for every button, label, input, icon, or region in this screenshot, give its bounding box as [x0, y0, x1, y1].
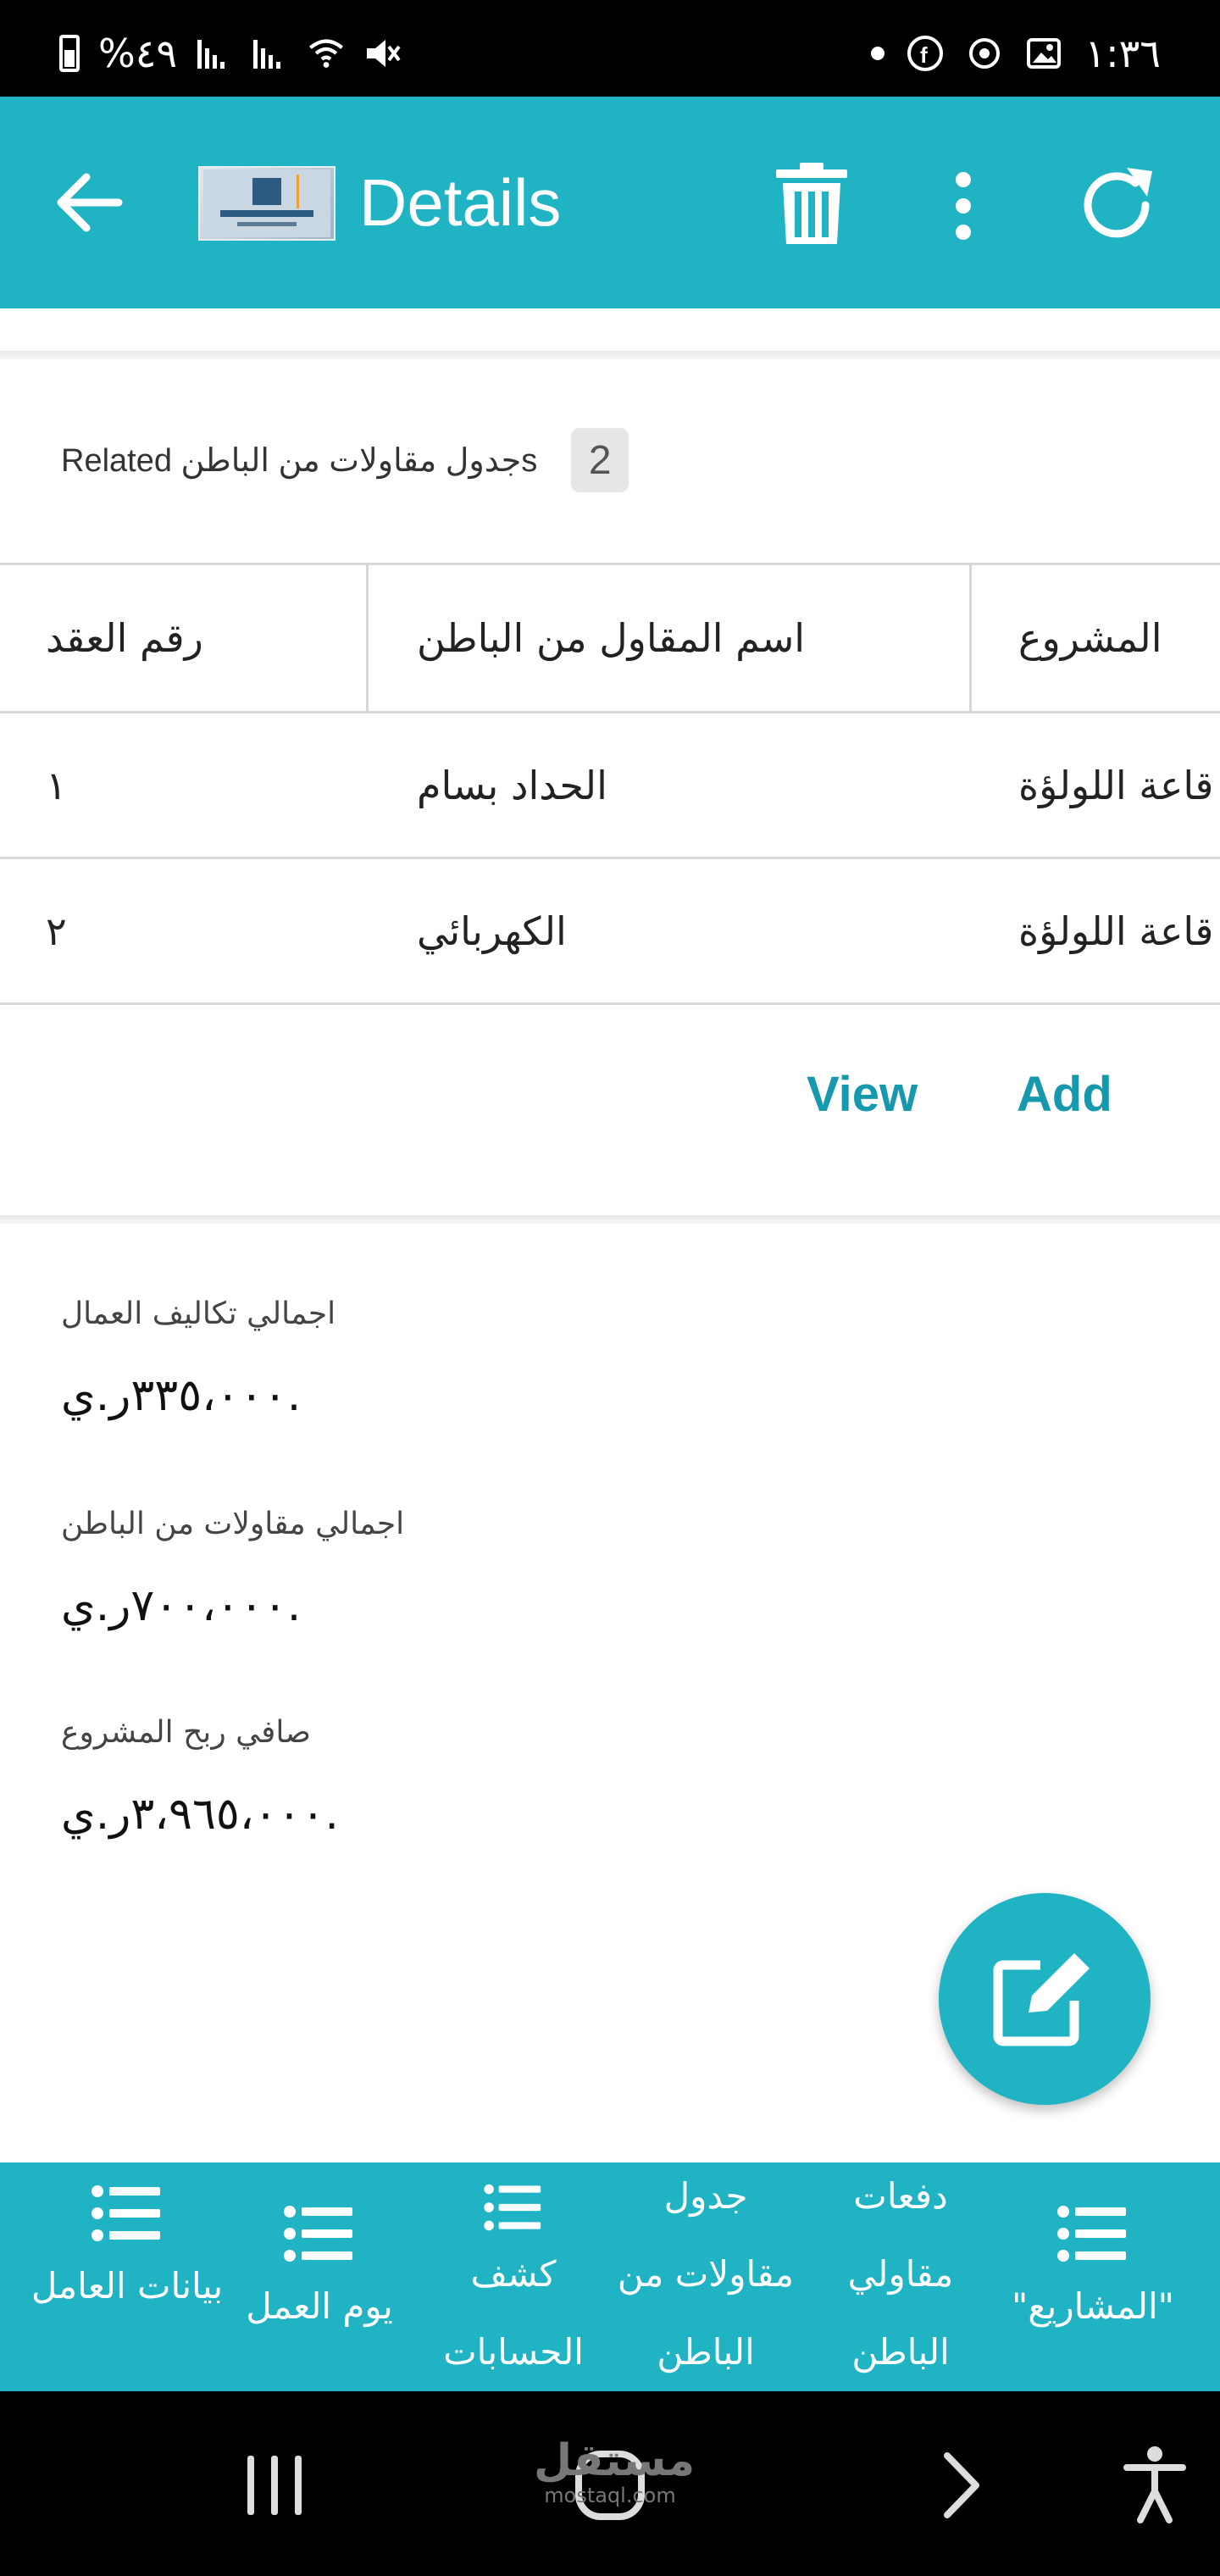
bottom-navigation: بيانات العامل يوم العمل كشف الحسابات جدو…	[0, 2162, 1220, 2391]
add-button[interactable]: Add	[1017, 1066, 1112, 1123]
status-left: %٤٩	[59, 31, 401, 76]
status-right: f ١:٣٦	[871, 31, 1161, 76]
column-header-subcontractor-name[interactable]: اسم المقاول من الباطن	[368, 565, 971, 711]
more-options-button[interactable]	[942, 168, 984, 244]
battery-icon	[59, 35, 80, 72]
signal-icon	[196, 35, 233, 72]
mute-icon	[363, 35, 401, 72]
nav-label: جدول مقاولات من الباطن	[617, 2175, 795, 2373]
page-title: Details	[359, 165, 562, 240]
signal-icon-2	[252, 35, 289, 72]
back-nav-button[interactable]	[915, 2439, 1008, 2532]
chevron-right-icon	[944, 2452, 979, 2518]
app-bar: Details	[0, 97, 1220, 308]
nav-item-work-day[interactable]: يوم العمل	[222, 2162, 417, 2391]
summary-label: صافي ربح المشروع	[61, 1715, 311, 1750]
list-icon	[1057, 2206, 1126, 2262]
edit-icon	[993, 1953, 1090, 2046]
cell-project: قاعة اللولؤة	[1018, 762, 1214, 808]
recent-apps-button[interactable]	[229, 2439, 322, 2532]
battery-percent: %٤٩	[98, 31, 178, 76]
list-icon	[284, 2206, 352, 2262]
table-row[interactable]: ١ الحداد بسام قاعة اللولؤة	[0, 713, 1220, 859]
svg-text:f: f	[920, 42, 928, 68]
system-navigation-bar: مستقل mostaql.com	[0, 2391, 1220, 2576]
cell-contract-number: ١	[46, 762, 67, 808]
app-logo	[198, 166, 336, 241]
column-header-project[interactable]: المشروع	[971, 565, 1220, 711]
column-header-contract-number[interactable]: رقم العقد	[0, 565, 368, 711]
status-bar: %٤٩ f ١:٣٦	[0, 0, 1220, 97]
related-header: Related جدول مقاولات من الباطنs 2	[61, 428, 629, 492]
more-vert-icon	[956, 172, 971, 240]
related-count-badge: 2	[571, 428, 629, 492]
nav-label: "المشاريع"	[1012, 2285, 1174, 2327]
summary-net-profit: صافي ربح المشروع ٣،٩٦٥،٠٠٠ر.ي.	[61, 1715, 339, 1840]
cell-subcontractor-name: الكهربائي	[417, 908, 567, 954]
accessibility-button[interactable]	[1108, 2439, 1201, 2532]
summary-value: ٧٠٠،٠٠٠ر.ي.	[61, 1580, 302, 1631]
section-divider	[0, 351, 1220, 359]
summary-value: ٣٣٥،٠٠٠ر.ي.	[61, 1370, 302, 1421]
watermark-text: مستقل	[534, 2435, 696, 2486]
cell-contract-number: ٢	[46, 908, 67, 954]
nav-label: كشف الحسابات	[443, 2253, 584, 2373]
nav-item-projects[interactable]: "المشاريع"	[995, 2162, 1190, 2391]
summary-label: اجمالي مقاولات من الباطن	[61, 1507, 405, 1541]
related-label: Related جدول مقاولات من الباطنs	[61, 442, 538, 479]
gallery-icon	[1025, 35, 1062, 72]
facebook-icon: f	[907, 35, 944, 72]
recent-apps-icon	[247, 2456, 302, 2515]
delete-button[interactable]	[773, 163, 851, 247]
accessibility-icon	[1123, 2446, 1186, 2523]
screen: %٤٩ f ١:٣٦ Details Related جدول مقاولات …	[0, 0, 1220, 2576]
nav-label: دفعات مقاولي الباطن	[847, 2175, 954, 2373]
back-arrow-icon	[57, 173, 123, 232]
summary-subcontract-total: اجمالي مقاولات من الباطن ٧٠٠،٠٠٠ر.ي.	[61, 1507, 404, 1631]
summary-worker-costs: اجمالي تكاليف العمال ٣٣٥،٠٠٠ر.ي.	[61, 1296, 336, 1421]
list-icon	[484, 2184, 541, 2231]
summary-label: اجمالي تكاليف العمال	[61, 1296, 336, 1331]
nav-item-account-statement[interactable]: كشف الحسابات	[416, 2162, 611, 2391]
back-button[interactable]	[51, 164, 127, 241]
notification-dot-icon	[871, 47, 885, 60]
cell-subcontractor-name: الحداد بسام	[417, 762, 607, 808]
view-button[interactable]: View	[807, 1066, 918, 1123]
watermark: مستقل mostaql.com	[534, 2437, 695, 2507]
summary-value: ٣،٩٦٥،٠٠٠ر.ي.	[61, 1789, 339, 1840]
nav-item-worker-data[interactable]: بيانات العامل	[30, 2162, 225, 2391]
nav-item-subcontractor-payments[interactable]: $ دفعات مقاولي الباطن	[803, 2162, 998, 2391]
nav-item-subcontracts-table[interactable]: جدول مقاولات من الباطن	[608, 2162, 803, 2391]
watermark-sub: mostaql.com	[544, 2484, 676, 2507]
table-header-row: رقم العقد اسم المقاول من الباطن المشروع	[0, 563, 1220, 713]
edit-fab-button[interactable]	[939, 1893, 1151, 2105]
list-icon	[92, 2185, 160, 2241]
nav-label: بيانات العامل	[30, 2265, 224, 2307]
app-notification-icon	[966, 35, 1003, 72]
section-divider	[0, 1215, 1220, 1224]
nav-label: يوم العمل	[246, 2285, 393, 2327]
related-table: رقم العقد اسم المقاول من الباطن المشروع …	[0, 563, 1220, 1005]
cell-project: قاعة اللولؤة	[1018, 908, 1214, 954]
table-row[interactable]: ٢ الكهربائي قاعة اللولؤة	[0, 859, 1220, 1005]
refresh-button[interactable]	[1076, 163, 1161, 247]
wifi-icon	[308, 35, 345, 72]
refresh-icon	[1084, 168, 1152, 238]
trash-icon	[776, 163, 847, 244]
status-time: ١:٣٦	[1084, 31, 1161, 76]
